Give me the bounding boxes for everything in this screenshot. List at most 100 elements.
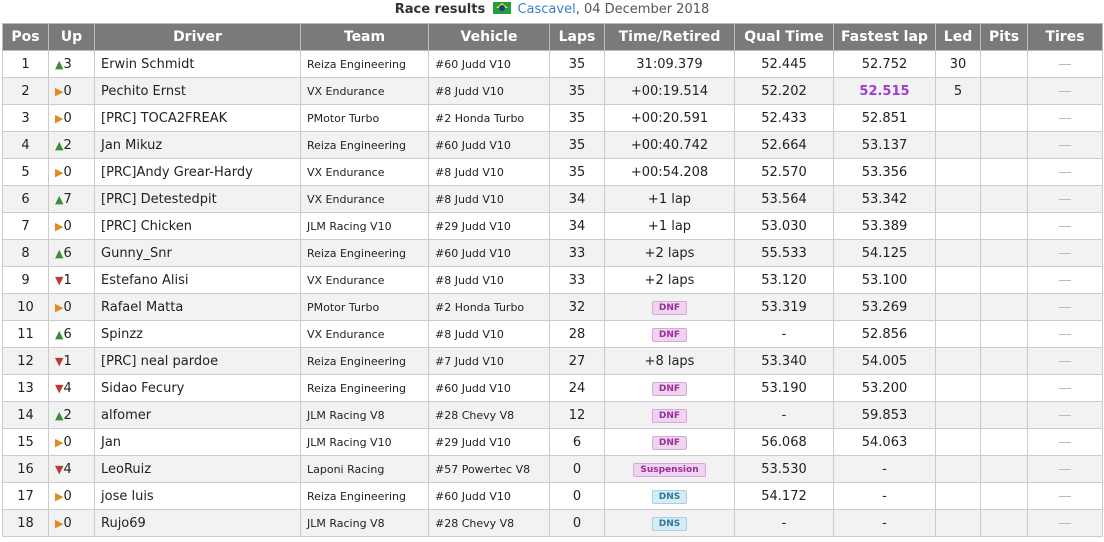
table-row: 6 ▲7 [PRC] Detestedpit VX Endurance #8 Judd … <box>2 185 1103 213</box>
tires-cell <box>1027 266 1103 294</box>
position-change-value: 2 <box>63 407 72 423</box>
driver-cell: Rafael Matta <box>94 293 301 321</box>
tires-empty-dash <box>1059 360 1071 362</box>
col-header-qual-time[interactable]: Qual Time <box>734 23 834 51</box>
track-link[interactable]: Cascavel <box>517 2 575 17</box>
time-cell: DNF <box>604 374 735 402</box>
pits-cell <box>980 401 1028 429</box>
time-cell: 31:09.379 <box>604 50 735 78</box>
col-header-vehicle[interactable]: Vehicle <box>428 23 550 51</box>
col-header-fastest-lap[interactable]: Fastest lap <box>833 23 936 51</box>
pits-cell <box>980 185 1028 213</box>
fastest-lap-cell: 53.200 <box>833 374 936 402</box>
driver-cell: [PRC] Detestedpit <box>94 185 301 213</box>
laps-cell: 27 <box>549 347 605 375</box>
position-change-value: 2 <box>63 137 72 153</box>
led-cell <box>935 401 981 429</box>
team-cell: VX Endurance <box>300 266 429 294</box>
laps-cell: 35 <box>549 77 605 105</box>
col-header-up[interactable]: Up <box>48 23 95 51</box>
col-header-tires[interactable]: Tires <box>1027 23 1103 51</box>
fastest-lap-cell: 52.856 <box>833 320 936 348</box>
driver-cell: [PRC] TOCA2FREAK <box>94 104 301 132</box>
tires-empty-dash <box>1059 279 1071 281</box>
driver-cell: Pechito Ernst <box>94 77 301 105</box>
status-badge: DNF <box>651 382 688 396</box>
led-cell <box>935 266 981 294</box>
fastest-lap-value: 53.200 <box>861 380 908 396</box>
fastest-lap-cell: 54.063 <box>833 428 936 456</box>
team-cell: VX Endurance <box>300 158 429 186</box>
pits-cell <box>980 50 1028 78</box>
driver-cell: [PRC]Andy Grear-Hardy <box>94 158 301 186</box>
table-row: 14 ▲2 alfomer JLM Racing V8 #28 Chevy V8 12 DN… <box>2 401 1103 429</box>
led-cell <box>935 428 981 456</box>
tires-cell <box>1027 482 1103 510</box>
qual-time-cell: 52.445 <box>734 50 834 78</box>
position-change-value: 1 <box>63 353 72 369</box>
pos-cell: 3 <box>2 104 49 132</box>
position-change-cell: ▼1 <box>48 347 95 375</box>
position-change-cell: ▲6 <box>48 320 95 348</box>
tires-cell <box>1027 401 1103 429</box>
time-cell: +00:19.514 <box>604 77 735 105</box>
pits-cell <box>980 428 1028 456</box>
position-change-value: 0 <box>63 110 72 126</box>
qual-time-cell: - <box>734 401 834 429</box>
led-cell <box>935 158 981 186</box>
driver-cell: Erwin Schmidt <box>94 50 301 78</box>
fastest-lap-value: 53.356 <box>861 164 908 180</box>
pits-cell <box>980 293 1028 321</box>
tires-empty-dash <box>1059 441 1071 443</box>
fastest-lap-cell: 52.752 <box>833 50 936 78</box>
fastest-lap-value: 53.389 <box>861 218 908 234</box>
tires-empty-dash <box>1059 63 1071 65</box>
pos-cell: 5 <box>2 158 49 186</box>
col-header-led[interactable]: Led <box>935 23 981 51</box>
qual-time-cell: 53.564 <box>734 185 834 213</box>
tires-empty-dash <box>1059 495 1071 497</box>
qual-time-cell: 53.530 <box>734 455 834 483</box>
driver-cell: Sidao Fecury <box>94 374 301 402</box>
laps-cell: 35 <box>549 158 605 186</box>
pits-cell <box>980 347 1028 375</box>
tires-empty-dash <box>1059 306 1071 308</box>
position-change-value: 0 <box>63 299 72 315</box>
led-cell <box>935 509 981 537</box>
col-header-pits[interactable]: Pits <box>980 23 1028 51</box>
laps-cell: 34 <box>549 185 605 213</box>
tires-cell <box>1027 509 1103 537</box>
vehicle-cell: #8 Judd V10 <box>428 77 550 105</box>
status-badge: DNF <box>651 409 688 423</box>
qual-time-cell: 52.664 <box>734 131 834 159</box>
laps-cell: 0 <box>549 455 605 483</box>
col-header-laps[interactable]: Laps <box>549 23 605 51</box>
team-cell: Reiza Engineering <box>300 239 429 267</box>
time-cell: +1 lap <box>604 185 735 213</box>
fastest-lap-cell: 52.515 <box>833 77 936 105</box>
pits-cell <box>980 374 1028 402</box>
qual-time-cell: 53.030 <box>734 212 834 240</box>
tires-empty-dash <box>1059 468 1071 470</box>
col-header-driver[interactable]: Driver <box>94 23 301 51</box>
tires-cell <box>1027 374 1103 402</box>
led-cell <box>935 347 981 375</box>
tires-empty-dash <box>1059 90 1071 92</box>
col-header-team[interactable]: Team <box>300 23 429 51</box>
tires-cell <box>1027 77 1103 105</box>
col-header-pos[interactable]: Pos <box>2 23 49 51</box>
status-badge: DNS <box>651 490 688 504</box>
col-header-time-retired[interactable]: Time/Retired <box>604 23 735 51</box>
driver-cell: jose luis <box>94 482 301 510</box>
pos-cell: 17 <box>2 482 49 510</box>
position-change-cell: ▶0 <box>48 212 95 240</box>
tires-empty-dash <box>1059 387 1071 389</box>
fastest-lap-cell: 54.125 <box>833 239 936 267</box>
laps-cell: 35 <box>549 131 605 159</box>
table-row: 3 ▶0 [PRC] TOCA2FREAK PMotor Turbo #2 Honda … <box>2 104 1103 132</box>
pos-cell: 11 <box>2 320 49 348</box>
caption-title: Race results <box>394 2 486 17</box>
table-row: 5 ▶0 [PRC]Andy Grear-Hardy VX Endurance #8 J… <box>2 158 1103 186</box>
position-change-value: 0 <box>63 83 72 99</box>
pits-cell <box>980 239 1028 267</box>
